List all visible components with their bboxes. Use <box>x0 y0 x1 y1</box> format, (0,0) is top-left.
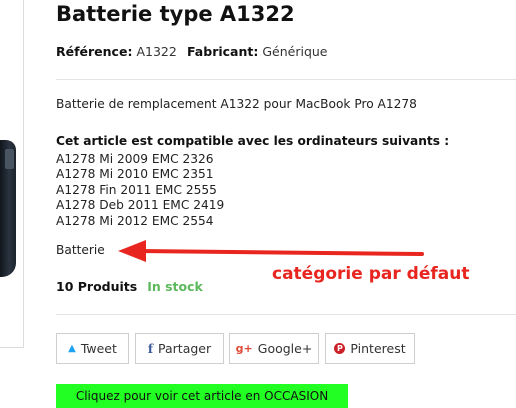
google-plus-button[interactable]: g+ Google+ <box>229 333 319 364</box>
share-facebook-button[interactable]: f Partager <box>135 333 224 364</box>
default-category: Batterie <box>56 243 105 257</box>
product-title: Batterie type A1322 <box>56 2 295 26</box>
annotation-label: catégorie par défaut <box>272 264 470 284</box>
compatibility-item: A1278 Mi 2010 EMC 2351 <box>56 167 214 182</box>
googleplus-label: Google+ <box>257 341 313 356</box>
stock-status: In stock <box>147 279 203 294</box>
compatibility-item: A1278 Deb 2011 EMC 2419 <box>56 198 225 213</box>
product-quantity: 10 Produits <box>56 279 138 294</box>
divider <box>56 314 516 315</box>
product-reference: Référence: A1322 <box>56 44 177 59</box>
product-manufacturer: Fabricant: Générique <box>187 44 328 59</box>
pinterest-icon: P <box>334 343 346 354</box>
compatibility-list: A1278 Mi 2009 EMC 2326 A1278 Mi 2010 EMC… <box>56 152 224 229</box>
facebook-icon: f <box>147 341 154 356</box>
google-plus-icon: g+ <box>235 342 253 355</box>
compatibility-item: A1278 Mi 2012 EMC 2554 <box>56 213 214 228</box>
product-image-frame[interactable] <box>0 0 24 348</box>
reference-value: A1322 <box>136 44 177 59</box>
stock-info: 10 Produits In stock <box>56 279 203 294</box>
pinterest-button[interactable]: P Pinterest <box>325 333 415 364</box>
compatibility-item: A1278 Fin 2011 EMC 2555 <box>56 182 217 197</box>
partager-label: Partager <box>158 341 212 356</box>
twitter-icon: ▲ <box>68 343 76 354</box>
battery-connector <box>5 149 14 169</box>
compatibility-heading: Cet article est compatible avec les ordi… <box>56 134 450 148</box>
tweet-label: Tweet <box>80 341 117 356</box>
compatibility-item: A1278 Mi 2009 EMC 2326 <box>56 152 214 166</box>
product-description: Batterie de remplacement A1322 pour MacB… <box>56 97 417 111</box>
occasion-button[interactable]: Cliquez pour voir cet article en OCCASIO… <box>56 384 348 408</box>
divider <box>56 79 516 80</box>
manufacturer-value: Générique <box>262 44 328 59</box>
reference-label: Référence: <box>56 44 133 59</box>
manufacturer-label: Fabricant: <box>187 44 259 59</box>
pinterest-label: Pinterest <box>350 341 406 356</box>
tweet-button[interactable]: ▲ Tweet <box>56 333 129 364</box>
